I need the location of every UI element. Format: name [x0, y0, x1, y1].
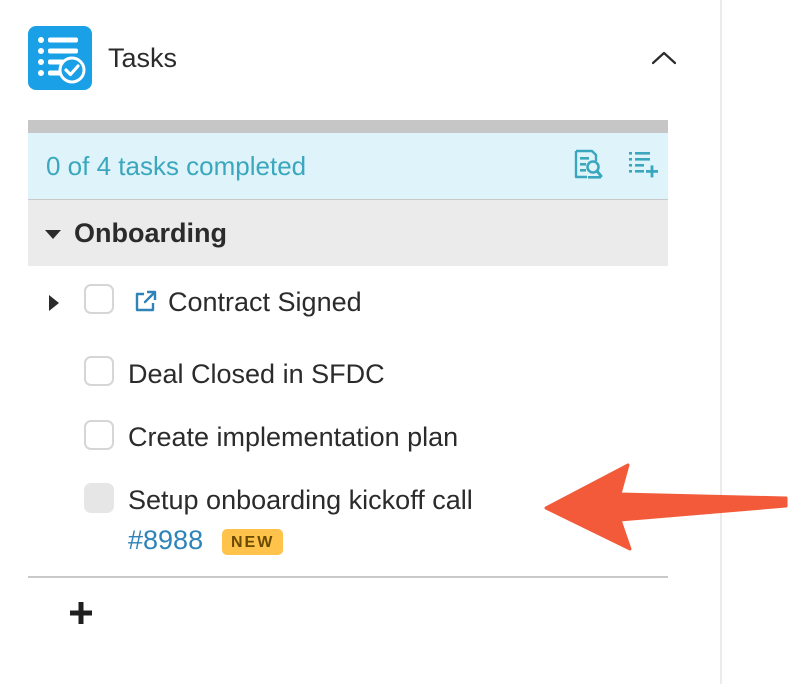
- group-label: Onboarding: [74, 218, 227, 248]
- add-list-icon[interactable]: [626, 147, 660, 181]
- tasks-header: Tasks: [28, 26, 688, 90]
- caret-down-icon[interactable]: [44, 228, 62, 246]
- divider: [28, 576, 668, 578]
- task-label[interactable]: Contract Signed: [168, 286, 362, 318]
- task-list: 0 of 4 tasks completed Onboarding: [28, 120, 668, 266]
- checklist-icon: [28, 26, 92, 90]
- annotation-arrow: [540, 462, 790, 557]
- new-badge: NEW: [222, 529, 284, 555]
- progress-bar: [28, 120, 668, 133]
- search-document-icon[interactable]: [570, 147, 604, 181]
- completion-status: 0 of 4 tasks completed: [46, 151, 307, 181]
- task-label[interactable]: Setup onboarding kickoff call: [128, 484, 473, 516]
- tasks-panel: Tasks 0 of 4 tasks completed Onboarding …: [0, 0, 720, 684]
- task-checkbox[interactable]: [84, 284, 114, 314]
- external-link-icon[interactable]: [132, 289, 158, 320]
- panel-divider: [720, 0, 722, 684]
- chevron-up-icon[interactable]: [650, 46, 678, 70]
- panel-title: Tasks: [108, 43, 178, 73]
- task-checkbox[interactable]: [84, 356, 114, 386]
- task-label[interactable]: Deal Closed in SFDC: [128, 358, 385, 390]
- task-group-onboarding[interactable]: Onboarding: [28, 199, 668, 266]
- task-checkbox[interactable]: [84, 483, 114, 513]
- task-summary: 0 of 4 tasks completed: [28, 133, 668, 199]
- caret-right-icon[interactable]: [48, 294, 60, 317]
- issue-link[interactable]: #8988: [128, 524, 203, 556]
- task-checkbox[interactable]: [84, 420, 114, 450]
- task-label[interactable]: Create implementation plan: [128, 421, 458, 453]
- plus-icon[interactable]: [68, 600, 94, 626]
